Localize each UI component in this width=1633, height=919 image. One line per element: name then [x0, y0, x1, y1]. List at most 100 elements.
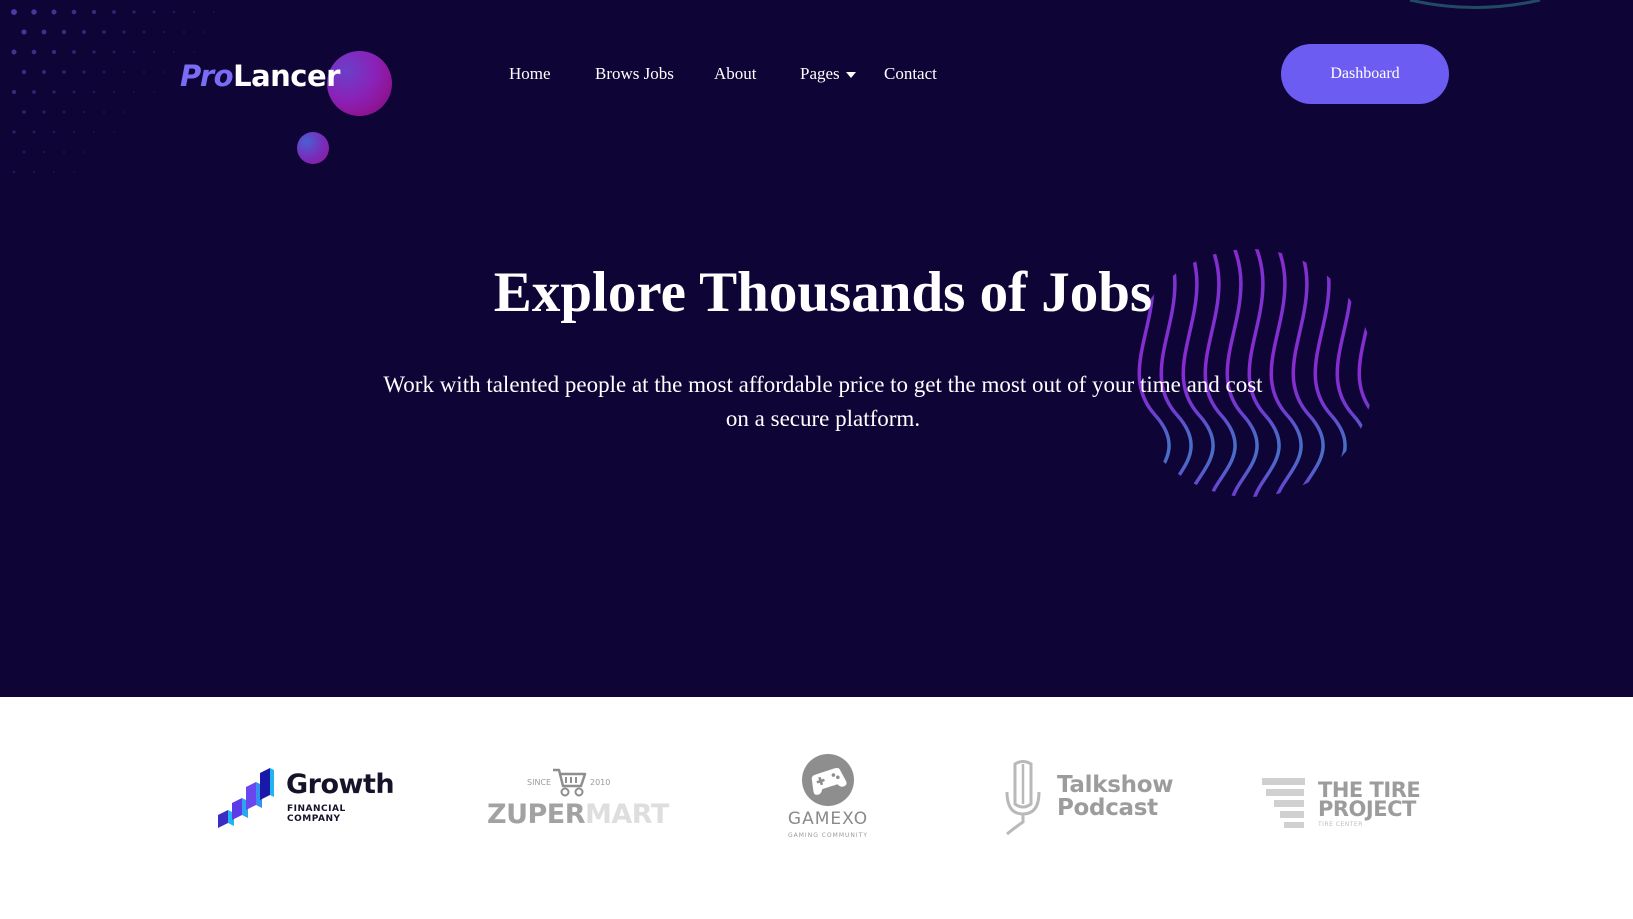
dot-decoration: [12, 170, 16, 174]
dot-decoration: [32, 130, 36, 134]
orb-small-decoration: [297, 132, 329, 164]
dot-decoration: [31, 9, 37, 15]
gamepad-icon: [802, 754, 854, 806]
dot-decoration: [82, 30, 86, 34]
dot-decoration: [132, 10, 136, 14]
dot-decoration: [42, 110, 46, 114]
dot-decoration: [102, 30, 106, 34]
dot-decoration: [42, 150, 46, 154]
growth-bars-icon: [218, 768, 274, 828]
talkshow-line1: Talkshow: [1057, 772, 1174, 798]
dot-decoration: [32, 170, 36, 174]
logo-text-lancer: Lancer: [233, 59, 340, 93]
dot-decoration: [152, 10, 156, 14]
growth-name: Growth: [286, 769, 395, 800]
dot-decoration: [173, 51, 175, 53]
chevron-down-icon: [845, 72, 856, 79]
dot-decoration: [71, 9, 77, 15]
brand-logo-tire-project[interactable]: THE TIRE PROJECT TIRE CENTER: [1262, 776, 1437, 830]
dot-decoration: [62, 110, 66, 114]
dot-decoration: [92, 50, 96, 54]
dot-decoration: [31, 49, 37, 55]
tire-stripes-icon: [1262, 778, 1305, 828]
growth-tagline: FINANCIAL COMPANY: [287, 804, 346, 824]
top-arc-decoration: [1409, 0, 1541, 9]
dot-decoration: [93, 131, 95, 133]
dot-decoration: [223, 31, 225, 33]
dot-decoration: [32, 90, 36, 94]
dot-decoration: [21, 29, 27, 35]
dot-decoration: [143, 111, 145, 113]
nav-brows-jobs[interactable]: Brows Jobs: [595, 61, 674, 87]
site-logo[interactable]: ProLancer: [180, 54, 340, 98]
zupermart-name-part1: ZUPER: [487, 799, 586, 830]
dot-decoration: [112, 50, 116, 54]
dot-decoration: [172, 10, 176, 14]
shopping-cart-icon: [553, 768, 587, 797]
dot-decoration: [193, 51, 195, 53]
brand-logo-zupermart[interactable]: SINCE 2010 ZUPERMART: [487, 766, 669, 832]
brand-logo-gamexo[interactable]: GAMEXO GAMING COMMUNITY: [778, 753, 878, 843]
dot-decoration: [103, 151, 105, 153]
dot-decoration: [103, 111, 105, 113]
dot-decoration: [112, 90, 116, 94]
zupermart-since: SINCE: [527, 778, 552, 787]
dot-decoration: [162, 30, 166, 34]
nav-contact[interactable]: Contact: [884, 61, 937, 87]
tire-project-line2: PROJECT: [1318, 797, 1416, 821]
dot-decoration: [92, 90, 96, 94]
dot-decoration: [213, 11, 215, 13]
hero-section: ProLancer Home Brows Jobs About Pages Co…: [0, 0, 1633, 697]
dot-decoration: [52, 130, 56, 134]
dot-decoration: [192, 10, 196, 14]
logo-text-pro: Pro: [180, 59, 234, 93]
dot-decoration: [153, 91, 155, 93]
dot-decoration: [152, 50, 156, 54]
dot-decoration: [72, 130, 76, 134]
zupermart-year: 2010: [590, 778, 611, 787]
dot-decoration: [123, 111, 125, 113]
dot-decoration: [183, 31, 185, 33]
nav-home[interactable]: Home: [509, 61, 551, 87]
dot-decoration: [51, 49, 57, 55]
dot-decoration: [112, 10, 116, 14]
dot-decoration: [142, 30, 146, 34]
dot-decoration: [72, 50, 76, 54]
dot-decoration: [11, 9, 17, 15]
nav-pages-label: Pages: [800, 64, 840, 83]
dot-decoration: [22, 110, 26, 114]
dot-decoration: [82, 110, 86, 114]
dot-decoration: [113, 131, 115, 133]
dot-decoration: [73, 171, 75, 173]
dot-decoration: [53, 171, 55, 173]
hero-title: Explore Thousands of Jobs: [493, 261, 1153, 324]
dot-decoration: [41, 29, 47, 35]
dot-decoration: [203, 31, 205, 33]
dashboard-button[interactable]: Dashboard: [1281, 44, 1449, 104]
dot-decoration: [133, 91, 135, 93]
tire-project-tagline: TIRE CENTER: [1318, 821, 1363, 828]
gamexo-name: GAMEXO: [787, 809, 869, 829]
talkshow-line2: Podcast: [1057, 795, 1158, 821]
dot-decoration: [12, 130, 16, 134]
brand-logo-growth[interactable]: Growth FINANCIAL COMPANY: [218, 763, 398, 829]
dot-decoration: [22, 150, 26, 154]
hero-subtitle: Work with talented people at the most af…: [383, 372, 1263, 431]
zupermart-name-part2: MART: [585, 799, 669, 830]
dot-decoration: [72, 90, 76, 94]
dot-decoration: [11, 89, 17, 95]
gamexo-tagline: GAMING COMMUNITY: [788, 832, 868, 839]
dot-decoration: [122, 30, 126, 34]
nav-pages[interactable]: Pages: [800, 61, 856, 87]
microphone-icon: [1005, 760, 1041, 836]
nav-about[interactable]: About: [714, 61, 757, 87]
dot-decoration: [91, 9, 97, 15]
dot-decoration: [51, 9, 57, 15]
dot-decoration: [63, 151, 65, 153]
dot-decoration: [61, 29, 67, 35]
dot-decoration: [83, 151, 85, 153]
brand-logo-talkshow-podcast[interactable]: Talkshow Podcast: [1001, 760, 1191, 840]
dot-decoration: [11, 49, 17, 55]
dot-decoration: [132, 50, 136, 54]
zupermart-name: ZUPERMART: [487, 799, 669, 831]
